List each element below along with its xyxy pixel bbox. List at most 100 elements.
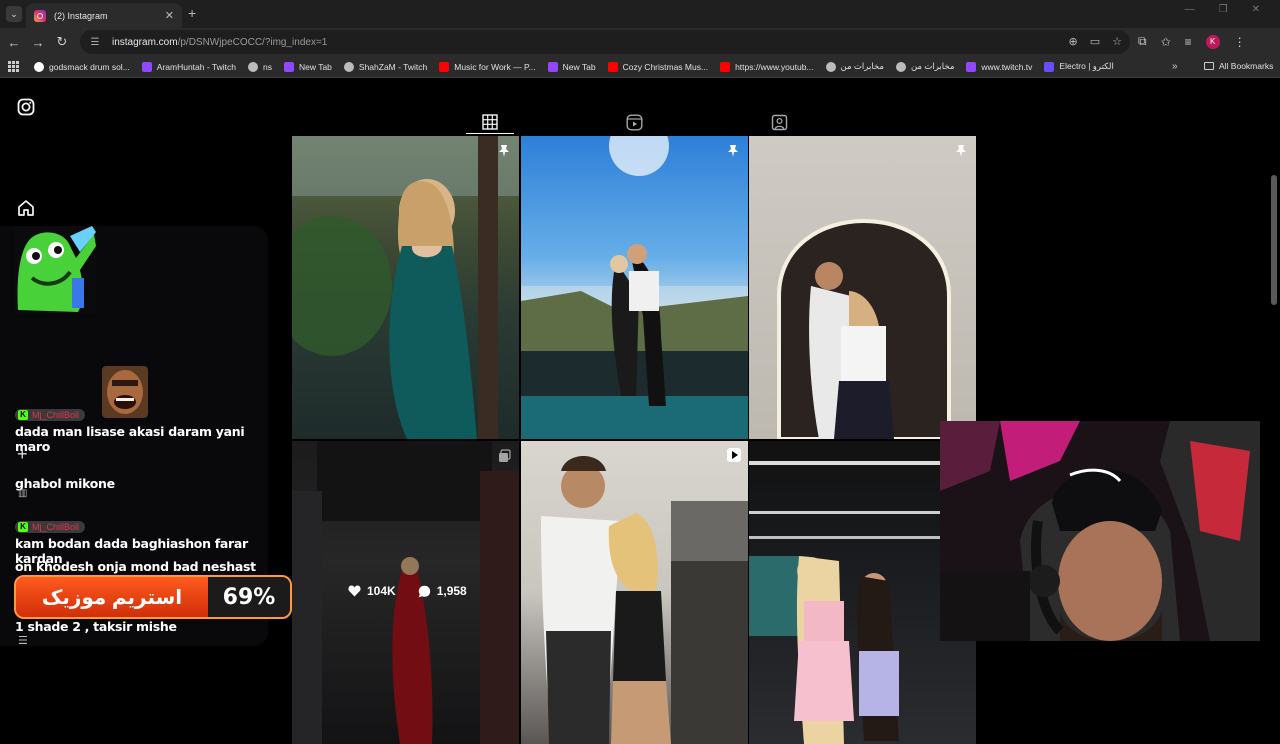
bookmark-item[interactable]: مخابرات من	[895, 61, 954, 72]
post-tile[interactable]: 104K 1,958	[292, 441, 519, 744]
profile-avatar[interactable]: K	[1205, 34, 1220, 49]
bookmark-item[interactable]: Electro | الکترو	[1044, 61, 1114, 72]
forward-icon[interactable]: →	[30, 34, 46, 50]
post-tile[interactable]	[749, 136, 976, 439]
globe-icon	[825, 61, 836, 72]
post-tile[interactable]	[521, 441, 748, 744]
address-bar[interactable]: ☰ instagram.com /p/DSNWjpeCOCC/?img_inde…	[80, 30, 1130, 54]
multi-photo-icon	[499, 449, 511, 462]
tagged-icon	[771, 114, 787, 130]
bookmark-item[interactable]: Cozy Christmas Mus...	[607, 61, 708, 72]
reel-icon	[727, 448, 741, 462]
kick-badge-icon: K	[18, 521, 28, 532]
tab-tagged[interactable]	[755, 107, 803, 137]
chat-message: 1 shade 2 , taksir mishe	[15, 619, 177, 634]
tab-reels[interactable]	[610, 107, 658, 137]
page-scrollbar[interactable]	[1271, 175, 1277, 305]
chat-message: on khodesh onja mond bad neshast	[15, 559, 256, 574]
bookmarks-bar: godsmack drum sol... AramHuntah - Twitch…	[0, 56, 1280, 78]
omnibox-actions: ⊕ ▭ ☆	[1069, 35, 1123, 48]
add-icon[interactable]: +	[17, 444, 28, 465]
twitch-icon	[966, 61, 977, 72]
menu-icon[interactable]: ⋮	[1234, 35, 1246, 49]
comment-icon	[418, 585, 430, 597]
chat-message: ghabol mikone	[15, 476, 115, 491]
google-icon	[34, 61, 44, 72]
youtube-icon	[607, 61, 618, 72]
cast-icon[interactable]: ▭	[1090, 35, 1100, 48]
reload-icon[interactable]: ↻	[54, 34, 70, 50]
site-info-icon[interactable]: ☰	[88, 35, 102, 49]
tab-search-button[interactable]: ⌄	[6, 6, 22, 22]
stats-icon[interactable]: ▥	[18, 488, 27, 499]
url-host: instagram.com	[112, 36, 178, 48]
chat-username-badge[interactable]: K Mj_ChillBoll	[15, 404, 86, 422]
all-bookmarks-label: All Bookmarks	[1219, 61, 1274, 71]
apps-icon[interactable]	[8, 60, 20, 73]
banner-percent: 69%	[208, 577, 290, 617]
bookmarks-icon[interactable]: ✩	[1161, 35, 1171, 49]
media-controls-icon[interactable]: ≡	[1185, 35, 1192, 49]
bookmark-item[interactable]: AramHuntah - Twitch	[141, 61, 236, 72]
bookmark-star-icon[interactable]: ☆	[1112, 35, 1122, 48]
post-tile[interactable]	[292, 136, 519, 439]
more-menu-icon[interactable]: ☰	[18, 634, 28, 647]
bookmark-item[interactable]: New Tab	[547, 61, 596, 72]
close-window-icon[interactable]: ✕	[1252, 4, 1260, 15]
post-tile[interactable]	[521, 136, 748, 439]
folder-icon	[1204, 62, 1214, 70]
pinned-icon	[956, 145, 966, 157]
globe-icon	[343, 61, 354, 72]
globe-icon	[895, 61, 906, 72]
post-photo	[521, 136, 748, 439]
home-icon[interactable]	[16, 198, 36, 218]
streamer-webcam	[940, 421, 1260, 641]
toolbar-right: ⧉ ✩ ≡ K ⋮	[1138, 34, 1246, 49]
url-path: /p/DSNWjpeCOCC/?img_index=1	[177, 36, 328, 48]
minimize-icon[interactable]: —	[1185, 4, 1195, 15]
all-bookmarks[interactable]: All Bookmarks	[1204, 61, 1273, 71]
chat-message: dada man lisase akasi daram yani maro	[15, 424, 245, 454]
likes-stat: 104K	[348, 584, 396, 598]
active-tab-indicator	[466, 133, 514, 134]
browser-tab-strip: ⌄ (2) Instagram ✕ + — ❐ ✕	[0, 0, 1280, 28]
likes-count: 104K	[367, 584, 396, 598]
chat-user[interactable]: K Mj_ChillBoll	[15, 408, 86, 421]
post-hover-stats: 104K 1,958	[348, 584, 481, 598]
tab-title: (2) Instagram	[54, 10, 108, 21]
comments-stat: 1,958	[418, 584, 467, 598]
pinned-icon	[728, 145, 738, 157]
laughing-emote-icon	[102, 366, 148, 418]
browser-tab[interactable]: (2) Instagram ✕	[26, 3, 182, 28]
kick-badge-icon: K	[18, 409, 28, 420]
zoom-icon[interactable]: ⊕	[1069, 35, 1078, 48]
extensions-icon[interactable]: ⧉	[1138, 34, 1147, 49]
bookmark-item[interactable]: ShahZaM - Twitch	[343, 61, 427, 72]
twitch-icon	[141, 61, 152, 72]
post-photo	[541, 456, 748, 744]
bookmark-item[interactable]: مخابرات من	[825, 61, 884, 72]
new-tab-button[interactable]: +	[188, 5, 196, 21]
bookmark-item[interactable]: https://www.youtub...	[720, 61, 814, 72]
chat-user[interactable]: K Mj_ChillBoll	[15, 520, 86, 533]
youtube-icon	[720, 61, 731, 72]
webcam-feed	[940, 421, 1260, 641]
chat-username-badge[interactable]: K Mj_ChillBoll	[15, 516, 86, 534]
twitch-icon	[283, 61, 294, 72]
bookmarks-overflow-icon[interactable]: »	[1172, 61, 1178, 72]
bookmark-item[interactable]: ns	[248, 61, 272, 72]
window-controls: — ❐ ✕	[1185, 4, 1280, 15]
youtube-icon	[439, 61, 450, 72]
twitch-icon	[547, 61, 558, 72]
bookmark-item[interactable]: godsmack drum sol...	[34, 61, 130, 72]
tab-close-icon[interactable]: ✕	[165, 9, 174, 22]
bookmark-item[interactable]: New Tab	[283, 61, 332, 72]
bookmark-item[interactable]: www.twitch.tv	[966, 61, 1032, 72]
restore-icon[interactable]: ❐	[1219, 4, 1228, 15]
bookmark-item[interactable]: Music for Work — P...	[439, 61, 536, 72]
address-toolbar: ← → ↻ ☰ instagram.com /p/DSNWjpeCOCC/?im…	[0, 28, 1280, 56]
instagram-logo-icon[interactable]	[16, 97, 36, 117]
reels-icon	[626, 114, 643, 131]
back-icon[interactable]: ←	[6, 34, 22, 50]
banner-label: استریم موزیک	[16, 577, 208, 617]
